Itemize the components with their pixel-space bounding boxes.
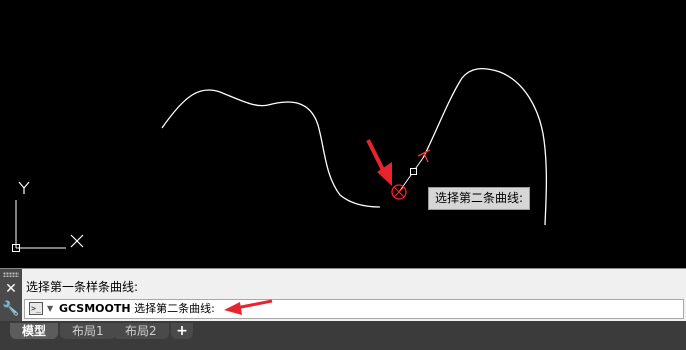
dynamic-input-tooltip: 选择第二条曲线: [428, 187, 531, 210]
tab-model[interactable]: 模型 [10, 323, 59, 339]
layout-tab-bar: 模型 布局1 布局2 + [0, 321, 686, 350]
command-line-panel: ✕ 🔧 选择第一条样条曲线: >_ ▼ GCSMOOTH 选择第二条曲线: [0, 268, 686, 322]
command-line-grip[interactable]: ✕ 🔧 [0, 269, 22, 322]
chevron-down-icon[interactable]: ▼ [47, 302, 53, 316]
command-input[interactable]: >_ ▼ GCSMOOTH 选择第二条曲线: [24, 299, 684, 319]
drawing-canvas[interactable]: 选择第二条曲线: [0, 0, 686, 268]
crosshair-cursor-icon [391, 184, 407, 200]
tab-layout1[interactable]: 布局1 [60, 323, 116, 339]
command-name: GCSMOOTH [59, 302, 131, 315]
command-text: GCSMOOTH 选择第二条曲线: [59, 301, 215, 317]
add-layout-button[interactable]: + [171, 323, 193, 339]
command-prompt: 选择第二条曲线: [134, 302, 215, 315]
command-history-line: 选择第一条样条曲线: [26, 280, 139, 294]
grip-square[interactable] [410, 168, 417, 175]
first-spline-curve[interactable] [161, 89, 381, 208]
command-prompt-icon[interactable]: >_ [29, 302, 43, 315]
grip-dots[interactable] [3, 272, 19, 277]
wrench-icon[interactable]: 🔧 [1, 301, 21, 317]
tab-layout2[interactable]: 布局2 [113, 323, 169, 339]
close-icon[interactable]: ✕ [1, 281, 21, 297]
annotation-arrow-command [224, 299, 273, 315]
drawing-svg[interactable] [0, 0, 686, 268]
annotation-arrow-canvas [366, 139, 392, 186]
ucs-icon [12, 181, 84, 252]
